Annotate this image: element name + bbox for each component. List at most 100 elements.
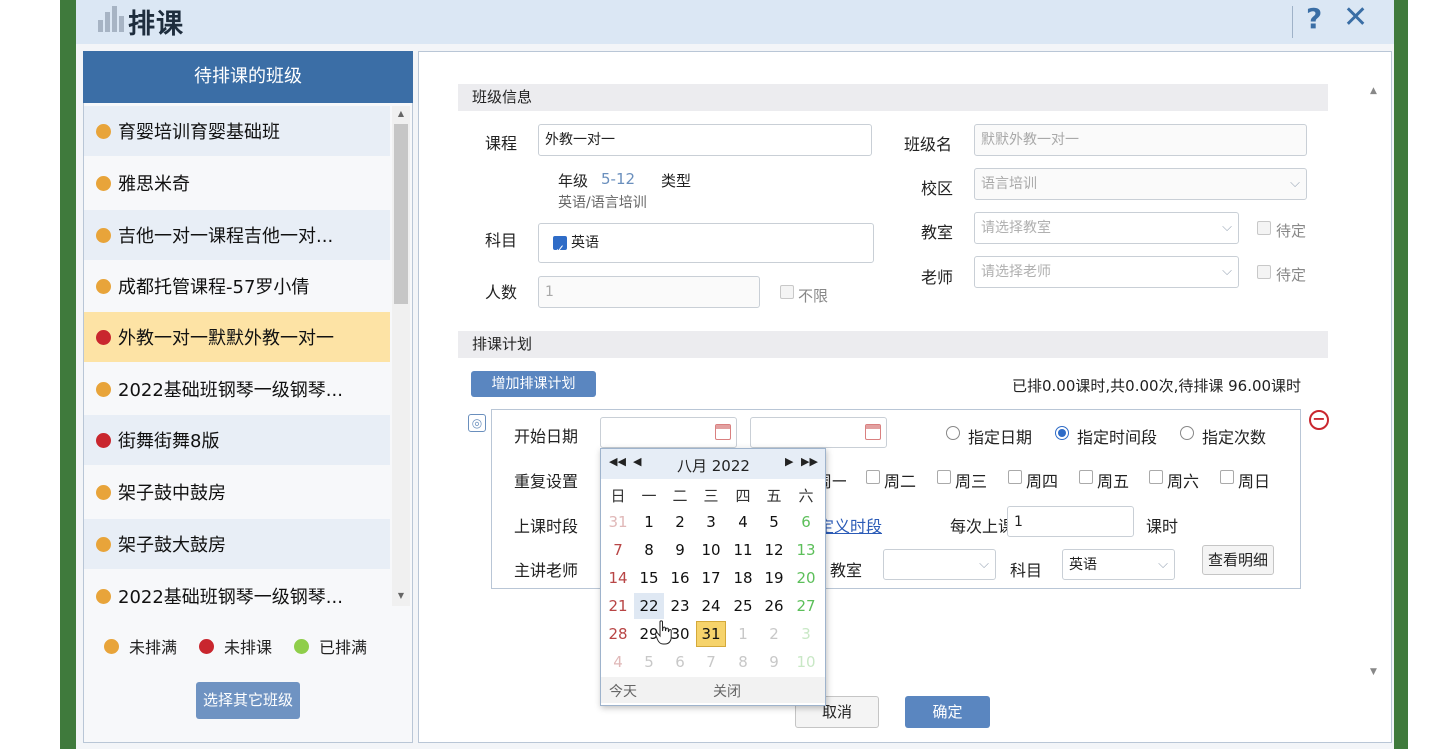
- class-name-input[interactable]: 默默外教一对一: [974, 124, 1307, 156]
- calendar-day[interactable]: 1: [634, 509, 664, 535]
- calendar-day[interactable]: 7: [603, 537, 633, 563]
- subject-box[interactable]: 英语: [538, 223, 874, 264]
- calendar-day[interactable]: 1: [728, 621, 758, 647]
- calendar-day[interactable]: 13: [791, 537, 821, 563]
- weekday-checkbox[interactable]: [866, 470, 880, 484]
- calendar-day[interactable]: 31: [696, 621, 726, 647]
- calendar-day[interactable]: 20: [791, 565, 821, 591]
- hand-cursor-icon: [654, 620, 672, 645]
- calendar-day[interactable]: 14: [603, 565, 633, 591]
- calendar-day[interactable]: 6: [665, 649, 695, 675]
- class-list-item[interactable]: 成都托管课程-57罗小倩: [84, 261, 390, 311]
- calendar-day[interactable]: 8: [728, 649, 758, 675]
- calendar-day[interactable]: 9: [759, 649, 789, 675]
- scroll-down-arrow-icon[interactable]: ▼: [394, 588, 408, 604]
- calendar-day[interactable]: 6: [791, 509, 821, 535]
- calendar-day[interactable]: 15: [634, 565, 664, 591]
- class-list-item[interactable]: 雅思米奇: [84, 158, 390, 208]
- weekday-checkbox[interactable]: [1008, 470, 1022, 484]
- view-detail-button[interactable]: 查看明细: [1202, 545, 1274, 575]
- calendar-day[interactable]: 7: [696, 649, 726, 675]
- calendar-day[interactable]: 17: [696, 565, 726, 591]
- form-scroll-down-icon[interactable]: ▼: [1370, 667, 1377, 677]
- course-input[interactable]: 外教一对一: [538, 124, 872, 156]
- weekday-checkbox[interactable]: [1079, 470, 1093, 484]
- start-date-input[interactable]: [600, 417, 737, 448]
- ok-button[interactable]: 确定: [905, 696, 990, 728]
- each-session-input[interactable]: 1: [1007, 506, 1134, 537]
- calendar-day[interactable]: 26: [759, 593, 789, 619]
- calendar-day[interactable]: 16: [665, 565, 695, 591]
- remove-plan-icon[interactable]: −: [1309, 410, 1329, 430]
- calendar-day[interactable]: 22: [634, 593, 664, 619]
- calendar-day[interactable]: 4: [603, 649, 633, 675]
- unlimited-checkbox[interactable]: [780, 285, 794, 299]
- calendar-day[interactable]: 9: [665, 537, 695, 563]
- plan-subject-select[interactable]: 英语 ⌵: [1062, 549, 1175, 580]
- calendar-day[interactable]: 2: [665, 509, 695, 535]
- weekday-checkbox[interactable]: [1220, 470, 1234, 484]
- weekday-checkbox[interactable]: [1149, 470, 1163, 484]
- calendar-day[interactable]: 27: [791, 593, 821, 619]
- campus-select[interactable]: 语言培训 ⌵: [974, 168, 1307, 200]
- end-date-input[interactable]: [750, 417, 887, 448]
- classroom-select[interactable]: 请选择教室 ⌵: [974, 212, 1239, 244]
- choose-other-class-button[interactable]: 选择其它班级: [196, 682, 300, 719]
- calendar-day[interactable]: 10: [791, 649, 821, 675]
- mode-radio-date[interactable]: [946, 426, 960, 440]
- next-month-icon[interactable]: ▶: [785, 455, 793, 468]
- calendar-day[interactable]: 24: [696, 593, 726, 619]
- teacher-select[interactable]: 请选择老师 ⌵: [974, 256, 1239, 288]
- class-list-item[interactable]: 架子鼓中鼓房: [84, 467, 390, 517]
- close-calendar-button[interactable]: 关闭: [713, 681, 741, 701]
- class-list-item[interactable]: 2022基础班钢琴一级钢琴...: [84, 364, 390, 414]
- class-list-item[interactable]: 架子鼓大鼓房: [84, 519, 390, 569]
- teacher-pending-checkbox[interactable]: [1257, 265, 1271, 279]
- legend-label: 未排满: [129, 638, 178, 657]
- prev-month-icon[interactable]: ◀: [633, 455, 641, 468]
- calendar-day[interactable]: 11: [728, 537, 758, 563]
- calendar-day[interactable]: 5: [634, 649, 664, 675]
- calendar-day[interactable]: 19: [759, 565, 789, 591]
- plan-settings-icon[interactable]: ◎: [468, 414, 486, 432]
- prev-year-icon[interactable]: ◀◀: [609, 455, 626, 468]
- next-year-icon[interactable]: ▶▶: [801, 455, 818, 468]
- calendar-day[interactable]: 5: [759, 509, 789, 535]
- calendar-day[interactable]: 23: [665, 593, 695, 619]
- calendar-day[interactable]: 3: [791, 621, 821, 647]
- plan-classroom-select[interactable]: ⌵: [883, 549, 996, 580]
- calendar-day[interactable]: 4: [728, 509, 758, 535]
- class-list-item[interactable]: 街舞街舞8版: [84, 415, 390, 465]
- mode-radio-time-range[interactable]: [1055, 426, 1069, 440]
- subject-checkbox[interactable]: [553, 234, 567, 264]
- calendar-day[interactable]: 21: [603, 593, 633, 619]
- calendar-day[interactable]: 18: [728, 565, 758, 591]
- count-input[interactable]: 1: [538, 276, 760, 308]
- close-icon[interactable]: ✕: [1343, 0, 1368, 35]
- calendar-icon[interactable]: [715, 424, 731, 440]
- class-list-item[interactable]: 2022基础班钢琴一级钢琴...: [84, 571, 390, 621]
- calendar-day[interactable]: 10: [696, 537, 726, 563]
- class-list-item[interactable]: 育婴培训育婴基础班: [84, 106, 390, 156]
- calendar-day[interactable]: 8: [634, 537, 664, 563]
- calendar-icon[interactable]: [865, 424, 881, 440]
- calendar-day[interactable]: 28: [603, 621, 633, 647]
- calendar-day[interactable]: 2: [759, 621, 789, 647]
- class-list-item[interactable]: 吉他一对一课程吉他一对...: [84, 210, 390, 260]
- mode-radio-count[interactable]: [1180, 426, 1194, 440]
- add-plan-button[interactable]: 增加排课计划: [471, 371, 596, 397]
- custom-time-link[interactable]: 定义时段: [818, 513, 882, 537]
- calendar-day[interactable]: 25: [728, 593, 758, 619]
- scrollbar-thumb[interactable]: [394, 124, 408, 304]
- calendar-day[interactable]: 3: [696, 509, 726, 535]
- calendar-day[interactable]: 12: [759, 537, 789, 563]
- weekday-checkbox[interactable]: [937, 470, 951, 484]
- today-button[interactable]: 今天: [609, 681, 637, 701]
- scroll-up-arrow-icon[interactable]: ▲: [394, 106, 408, 122]
- calendar-day[interactable]: 31: [603, 509, 633, 535]
- form-scroll-up-icon[interactable]: ▲: [1370, 86, 1377, 96]
- help-icon[interactable]: ?: [1306, 2, 1322, 35]
- classroom-pending-checkbox[interactable]: [1257, 221, 1271, 235]
- class-list-item-selected[interactable]: 外教一对一默默外教一对一: [84, 312, 390, 362]
- status-dot-not-full: [96, 175, 111, 191]
